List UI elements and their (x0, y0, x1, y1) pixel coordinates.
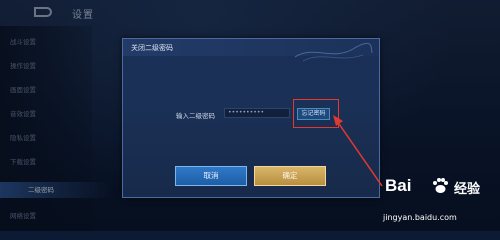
confirm-button[interactable]: 确定 (254, 166, 326, 186)
dialog-title: 关闭二级密码 (131, 44, 173, 52)
password-input[interactable]: •••••••••• (224, 108, 290, 118)
highlight-box (293, 99, 339, 128)
watermark-cn-text: 经验 (454, 182, 481, 197)
swirl-decoration-icon (294, 42, 373, 62)
baidu-watermark: Bai 经验 jingyan.baidu.com (383, 176, 497, 230)
cancel-button[interactable]: 取消 (175, 166, 247, 186)
watermark-url: jingyan.baidu.com (383, 213, 457, 222)
baidu-paw-icon (433, 178, 448, 193)
close-secondary-password-dialog: 关闭二级密码 输入二级密码 •••••••••• 忘记密码 取消 确定 (122, 38, 380, 198)
password-label: 输入二级密码 (176, 112, 215, 120)
watermark-logo-text: Bai (385, 176, 412, 195)
